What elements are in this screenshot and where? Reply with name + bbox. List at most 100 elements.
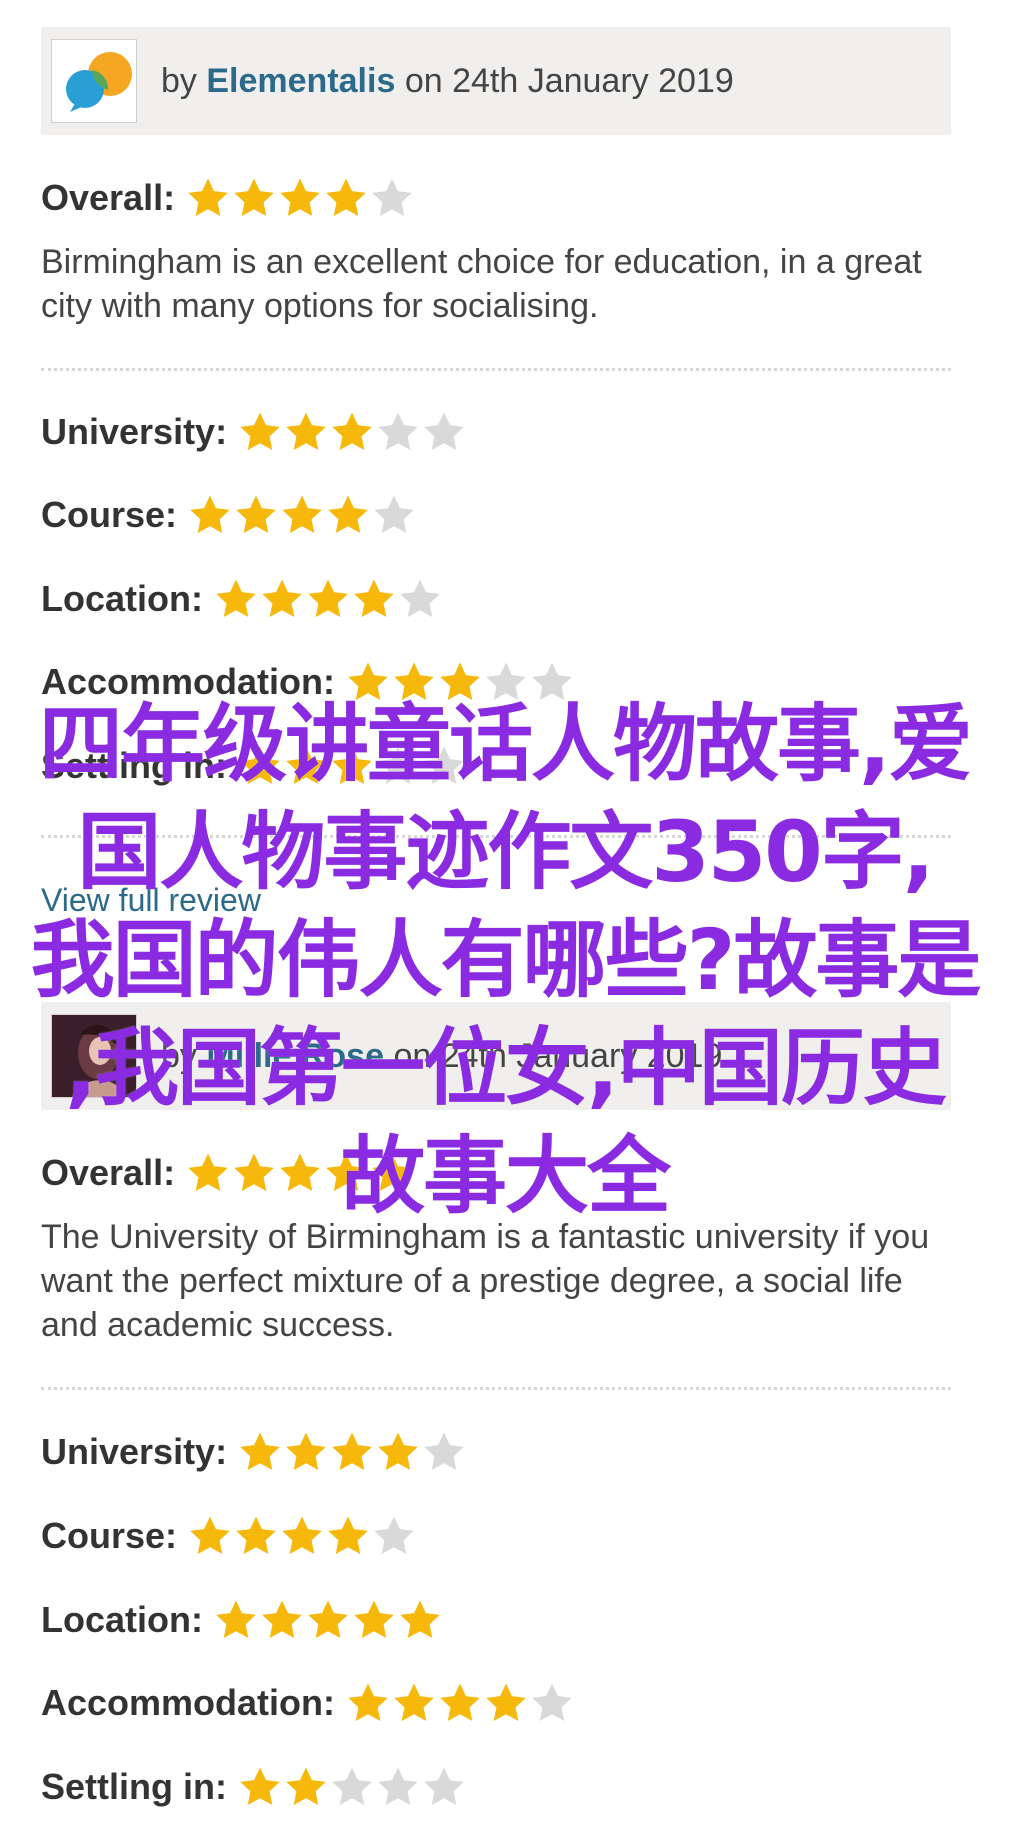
- star-rating: [237, 1764, 467, 1810]
- star-rating: [185, 175, 415, 221]
- accommodation-label: Accommodation:: [41, 661, 336, 702]
- review-text: Birmingham is an excellent choice for ed…: [41, 243, 922, 325]
- overall-rating: Overall:: [41, 173, 415, 223]
- location-label: Location:: [41, 1599, 203, 1640]
- star-empty-icon: [421, 743, 467, 789]
- star-filled-icon: [329, 1429, 375, 1475]
- star-filled-icon: [391, 659, 437, 705]
- star-filled-icon: [305, 576, 351, 622]
- star-rating: [185, 1150, 415, 1196]
- star-filled-icon: [277, 175, 323, 221]
- course-label: Course:: [41, 494, 178, 535]
- review-header: by Elementalis on 24th January 2019: [41, 27, 951, 135]
- star-filled-icon: [237, 1429, 283, 1475]
- star-filled-icon: [231, 175, 277, 221]
- star-empty-icon: [369, 175, 415, 221]
- by-label: by: [161, 62, 197, 100]
- star-filled-icon: [325, 1513, 371, 1559]
- avatar[interactable]: [51, 1014, 137, 1098]
- star-filled-icon: [283, 1429, 329, 1475]
- star-filled-icon: [213, 576, 259, 622]
- star-filled-icon: [397, 1597, 443, 1643]
- star-empty-icon: [371, 1513, 417, 1559]
- star-empty-icon: [483, 659, 529, 705]
- author-link[interactable]: Elementalis: [206, 62, 395, 100]
- location-rating: Location:: [41, 574, 443, 624]
- star-filled-icon: [259, 576, 305, 622]
- university-rating: University:: [41, 1427, 467, 1477]
- university-label: University:: [41, 411, 228, 452]
- review-header: by Millie Rose on 24th January 2019: [41, 1002, 951, 1110]
- user-photo-avatar: [52, 1015, 136, 1097]
- star-filled-icon: [483, 1680, 529, 1726]
- review-date: on 24th January 2019: [404, 62, 734, 100]
- star-empty-icon: [375, 743, 421, 789]
- star-rating: [237, 743, 467, 789]
- star-empty-icon: [529, 1680, 575, 1726]
- star-filled-icon: [279, 492, 325, 538]
- star-empty-icon: [397, 576, 443, 622]
- byline: by Millie Rose on 24th January 2019: [161, 1002, 722, 1110]
- accommodation-label: Accommodation:: [41, 1682, 336, 1723]
- star-filled-icon: [391, 1680, 437, 1726]
- star-filled-icon: [325, 492, 371, 538]
- star-filled-icon: [259, 1597, 305, 1643]
- university-rating: University:: [41, 407, 467, 457]
- star-empty-icon: [329, 1764, 375, 1810]
- star-filled-icon: [351, 576, 397, 622]
- star-filled-icon: [345, 659, 391, 705]
- course-label: Course:: [41, 1515, 178, 1556]
- star-rating: [213, 576, 443, 622]
- star-rating: [345, 659, 575, 705]
- review-date: on 24th January 2019: [393, 1037, 723, 1075]
- star-rating: [213, 1597, 443, 1643]
- by-label: by: [161, 1037, 197, 1075]
- star-filled-icon: [185, 175, 231, 221]
- star-filled-icon: [283, 1764, 329, 1810]
- star-filled-icon: [369, 1150, 415, 1196]
- byline: by Elementalis on 24th January 2019: [161, 27, 734, 135]
- star-empty-icon: [375, 409, 421, 455]
- university-label: University:: [41, 1431, 228, 1472]
- review-text: The University of Birmingham is a fantas…: [41, 1218, 930, 1344]
- star-filled-icon: [213, 1597, 259, 1643]
- star-filled-icon: [283, 743, 329, 789]
- overall-rating: Overall:: [41, 1148, 415, 1198]
- star-filled-icon: [279, 1513, 325, 1559]
- star-filled-icon: [375, 1429, 421, 1475]
- divider: [41, 368, 951, 371]
- star-filled-icon: [305, 1597, 351, 1643]
- author-link[interactable]: Millie Rose: [206, 1037, 384, 1075]
- star-filled-icon: [329, 409, 375, 455]
- star-rating: [187, 492, 417, 538]
- star-empty-icon: [421, 409, 467, 455]
- settling-rating: Settling in:: [41, 741, 467, 791]
- course-rating: Course:: [41, 490, 417, 540]
- star-rating: [187, 1513, 417, 1559]
- star-filled-icon: [345, 1680, 391, 1726]
- star-filled-icon: [351, 1597, 397, 1643]
- star-filled-icon: [323, 175, 369, 221]
- star-filled-icon: [277, 1150, 323, 1196]
- accommodation-rating: Accommodation:: [41, 1678, 575, 1728]
- star-filled-icon: [231, 1150, 277, 1196]
- star-filled-icon: [437, 1680, 483, 1726]
- avatar[interactable]: [51, 39, 137, 123]
- view-full-review-link[interactable]: View full review: [41, 882, 261, 919]
- course-rating: Course:: [41, 1511, 417, 1561]
- star-empty-icon: [371, 492, 417, 538]
- star-empty-icon: [421, 1429, 467, 1475]
- location-label: Location:: [41, 578, 203, 619]
- overall-label: Overall:: [41, 1152, 176, 1193]
- divider: [41, 1387, 951, 1390]
- accommodation-rating: Accommodation:: [41, 657, 575, 707]
- star-filled-icon: [185, 1150, 231, 1196]
- star-filled-icon: [437, 659, 483, 705]
- star-rating: [345, 1680, 575, 1726]
- speech-bubbles-logo-icon: [66, 52, 132, 112]
- star-empty-icon: [529, 659, 575, 705]
- star-filled-icon: [237, 1764, 283, 1810]
- star-filled-icon: [283, 409, 329, 455]
- star-filled-icon: [237, 409, 283, 455]
- star-filled-icon: [323, 1150, 369, 1196]
